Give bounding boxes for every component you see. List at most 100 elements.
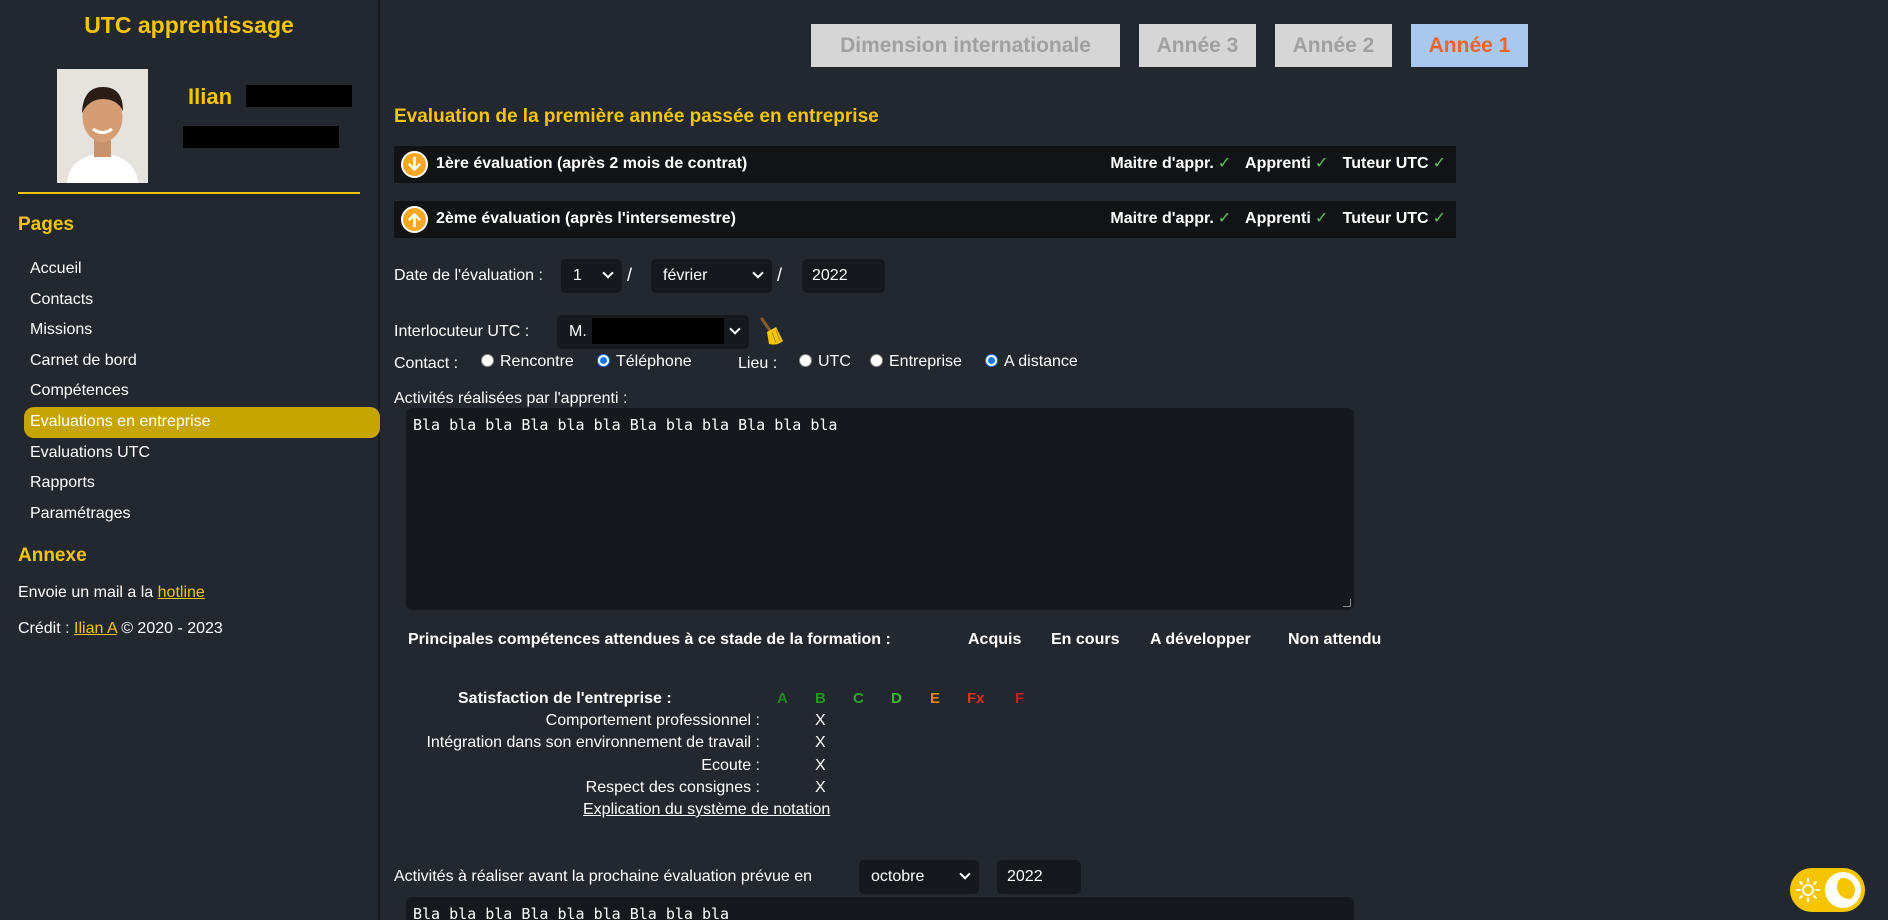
radio-entreprise-label: Entreprise <box>889 353 962 370</box>
radio-utc[interactable]: UTC <box>799 353 851 371</box>
check-icon: ✓ <box>1432 155 1446 172</box>
chevron-down-icon <box>959 868 971 880</box>
lieu-label: Lieu : <box>738 355 778 372</box>
redacted-last-name <box>246 85 352 107</box>
status-apprenti: Apprenti <box>1245 155 1311 172</box>
check-icon: ✓ <box>1314 210 1329 227</box>
date-day-select[interactable]: 1 <box>561 259 622 293</box>
grade-f: F <box>1015 690 1025 707</box>
tab-dimension-internationale[interactable]: Dimension internationale <box>811 24 1120 67</box>
radio-rencontre[interactable]: Rencontre <box>481 353 574 371</box>
notation-explanation-link[interactable]: Explication du système de notation <box>583 801 830 819</box>
status-maitre: Maitre d'appr. <box>1110 210 1214 227</box>
radio-circle[interactable] <box>799 354 812 367</box>
radio-telephone[interactable]: Téléphone <box>597 353 692 371</box>
radio-entreprise[interactable]: Entreprise <box>870 353 962 371</box>
criterion-respect: Respect des consignes : <box>585 779 760 796</box>
sidebar-item-missions[interactable]: Missions <box>24 315 380 346</box>
sidebar: UTC apprentissage Ilian Pages Accueil Co… <box>0 0 380 920</box>
app-title: UTC apprentissage <box>84 12 294 38</box>
copyright: © 2020 - 2023 <box>121 620 223 637</box>
evaluation-1-bar[interactable]: 1ère évaluation (après 2 mois de contrat… <box>394 146 1456 183</box>
evaluation-2-label: 2ème évaluation (après l'intersemestre) <box>436 210 736 227</box>
radio-circle-checked[interactable] <box>985 354 998 367</box>
next-year-input[interactable]: 2022 <box>997 860 1081 894</box>
broom-icon[interactable] <box>757 316 785 351</box>
grade-b: B <box>815 690 826 707</box>
grade-d: D <box>891 690 902 707</box>
credit-line: Crédit : Ilian A © 2020 - 2023 <box>18 620 223 638</box>
criterion-comportement-mark: X <box>815 712 826 729</box>
sidebar-item-competences[interactable]: Compétences <box>24 376 380 407</box>
criterion-ecoute-mark: X <box>815 757 826 774</box>
radio-circle-checked[interactable] <box>597 354 610 367</box>
sun-icon <box>1796 878 1820 907</box>
sidebar-item-parametrages[interactable]: Paramétrages <box>24 499 380 530</box>
date-year-input[interactable]: 2022 <box>802 259 885 293</box>
next-activities-text: Bla bla bla Bla bla bla Bla bla bla <box>413 905 730 920</box>
moon-icon[interactable] <box>1825 872 1861 908</box>
date-separator: / <box>777 265 783 285</box>
theme-toggle[interactable] <box>1790 868 1865 912</box>
sidebar-nav: Accueil Contacts Missions Carnet de bord… <box>24 254 380 529</box>
status-apprenti: Apprenti <box>1245 210 1311 227</box>
activities-text: Bla bla bla Bla bla bla Bla bla bla Bla … <box>413 416 838 434</box>
date-month-select[interactable]: février <box>651 259 772 293</box>
radio-circle[interactable] <box>870 354 883 367</box>
credit-link[interactable]: Ilian A <box>74 620 117 637</box>
sidebar-item-contacts[interactable]: Contacts <box>24 285 380 316</box>
avatar-photo-icon <box>57 69 148 183</box>
tab-annee-2[interactable]: Année 2 <box>1275 24 1392 67</box>
grade-fx: Fx <box>967 690 985 707</box>
radio-a-distance[interactable]: A distance <box>985 353 1078 371</box>
arrow-down-icon[interactable] <box>401 151 428 178</box>
annexe-title: Annexe <box>18 545 87 566</box>
check-icon: ✓ <box>1314 155 1329 172</box>
chevron-down-icon <box>602 267 614 279</box>
evaluation-2-bar[interactable]: 2ème évaluation (après l'intersemestre) … <box>394 201 1456 238</box>
tab-annee-1[interactable]: Année 1 <box>1411 24 1528 67</box>
criterion-integration-mark: X <box>815 734 826 751</box>
mail-line: Envoie un mail a la hotline <box>18 584 205 602</box>
grade-a: A <box>777 690 788 707</box>
date-separator: / <box>627 265 633 285</box>
column-non-attendu: Non attendu <box>1288 631 1382 648</box>
sidebar-item-carnet-de-bord[interactable]: Carnet de bord <box>24 346 380 377</box>
activities-textarea[interactable]: Bla bla bla Bla bla bla Bla bla bla Bla … <box>406 408 1354 610</box>
column-en-cours: En cours <box>1051 631 1120 648</box>
evaluation-2-status: Maitre d'appr. ✓ Apprenti ✓ Tuteur UTC ✓ <box>1110 208 1446 228</box>
next-activities-label: Activités à réaliser avant la prochaine … <box>394 868 813 885</box>
chevron-down-icon <box>752 267 764 279</box>
status-tuteur: Tuteur UTC <box>1342 210 1429 227</box>
radio-circle[interactable] <box>481 354 494 367</box>
radio-a-distance-label: A distance <box>1004 353 1078 370</box>
resize-handle[interactable] <box>1343 599 1351 607</box>
sidebar-item-evaluations-utc[interactable]: Evaluations UTC <box>24 438 380 469</box>
evaluation-1-status: Maitre d'appr. ✓ Apprenti ✓ Tuteur UTC ✓ <box>1110 153 1446 173</box>
arrow-up-icon[interactable] <box>401 206 428 233</box>
chevron-down-icon <box>729 323 741 335</box>
hotline-link[interactable]: hotline <box>158 584 205 601</box>
column-acquis: Acquis <box>968 631 1022 648</box>
status-maitre: Maitre d'appr. <box>1110 155 1214 172</box>
credit-text: Crédit : <box>18 620 70 637</box>
tab-annee-3[interactable]: Année 3 <box>1139 24 1256 67</box>
next-activities-textarea[interactable]: Bla bla bla Bla bla bla Bla bla bla <box>406 897 1354 920</box>
mail-text: Envoie un mail a la <box>18 584 154 601</box>
user-first-name: Ilian <box>188 84 233 109</box>
sidebar-item-evaluations-entreprise[interactable]: Evaluations en entreprise <box>24 406 380 438</box>
sidebar-separator <box>18 192 360 194</box>
radio-utc-label: UTC <box>818 353 851 370</box>
criterion-comportement: Comportement professionnel : <box>545 712 760 729</box>
check-icon: ✓ <box>1432 210 1446 227</box>
sidebar-item-rapports[interactable]: Rapports <box>24 468 380 499</box>
grade-e: E <box>930 690 941 707</box>
check-icon: ✓ <box>1217 155 1232 172</box>
grade-c: C <box>853 690 864 707</box>
page-title: Evaluation de la première année passée e… <box>394 106 879 127</box>
date-day-value: 1 <box>573 267 582 284</box>
next-month-select[interactable]: octobre <box>859 860 979 894</box>
sidebar-item-accueil[interactable]: Accueil <box>24 254 380 285</box>
evaluation-1-label: 1ère évaluation (après 2 mois de contrat… <box>436 155 748 172</box>
criterion-integration: Intégration dans son environnement de tr… <box>426 734 760 751</box>
